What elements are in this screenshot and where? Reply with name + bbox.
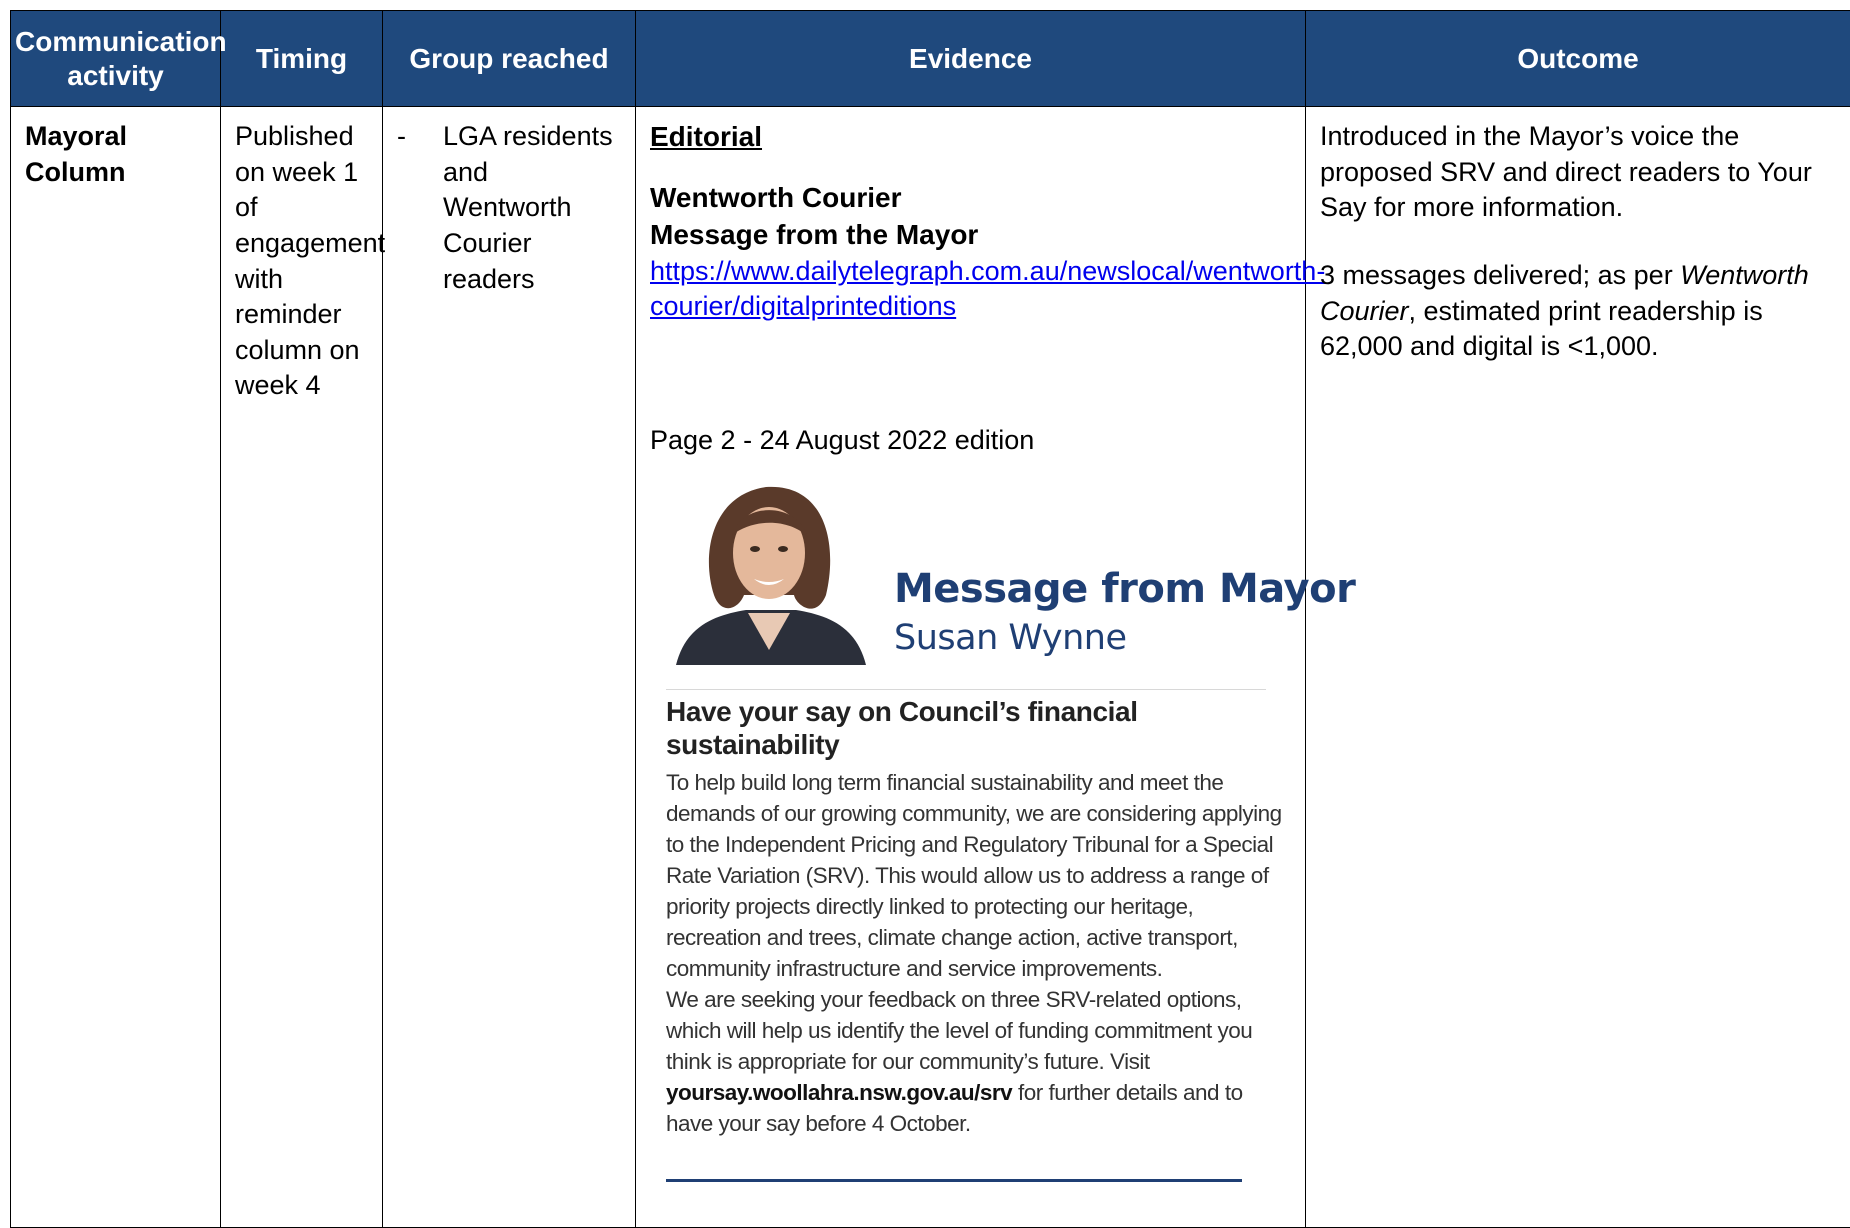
clipping-divider	[666, 689, 1266, 690]
clipping-headline: Have your say on Council’s financial sus…	[666, 695, 1226, 761]
newspaper-clipping: Message from Mayor Susan Wynne Have your…	[650, 467, 1290, 1227]
header-timing: Timing	[221, 11, 383, 107]
header-evidence: Evidence	[636, 11, 1306, 107]
group-cell: - LGA residents and Wentworth Courier re…	[383, 107, 636, 1228]
mayor-photo	[666, 475, 872, 665]
digital-editions-link[interactable]: https://www.dailytelegraph.com.au/newslo…	[650, 254, 1293, 325]
table-row: Mayoral Column Published on week 1 of en…	[11, 107, 1850, 1228]
group-list-item: - LGA residents and Wentworth Courier re…	[397, 119, 623, 297]
bullet-dash: -	[397, 119, 443, 297]
clipping-body: To help build long term financial sustai…	[666, 767, 1286, 1139]
clipping-text: We are seeking your feedback on three SR…	[666, 987, 1252, 1074]
header-outcome: Outcome	[1306, 11, 1850, 107]
activity-cell: Mayoral Column	[11, 107, 221, 1228]
group-text: LGA residents and Wentworth Courier read…	[443, 119, 623, 297]
clipping-paragraph: To help build long term financial sustai…	[666, 767, 1286, 984]
header-group: Group reached	[383, 11, 636, 107]
outcome-text: 3 messages delivered; as per	[1320, 260, 1680, 290]
outcome-paragraph: 3 messages delivered; as per Wentworth C…	[1320, 258, 1838, 365]
header-activity: Communication activity	[11, 11, 221, 107]
evidence-cell: Editorial Wentworth Courier Message from…	[636, 107, 1306, 1228]
outcome-paragraph: Introduced in the Mayor’s voice the prop…	[1320, 119, 1838, 226]
evidence-section-title: Editorial	[650, 119, 1293, 156]
publication-name: Wentworth Courier	[650, 180, 1293, 217]
communication-table: Communication activity Timing Group reac…	[10, 10, 1850, 1228]
timing-cell: Published on week 1 of engagement with r…	[221, 107, 383, 1228]
publication-subtitle: Message from the Mayor	[650, 217, 1293, 254]
clipping-title: Message from Mayor	[894, 563, 1355, 616]
header-row: Communication activity Timing Group reac…	[11, 11, 1850, 107]
page-reference: Page 2 - 24 August 2022 edition	[650, 423, 1293, 459]
outcome-cell: Introduced in the Mayor’s voice the prop…	[1306, 107, 1850, 1228]
clipping-paragraph: We are seeking your feedback on three SR…	[666, 984, 1286, 1139]
clipping-bottom-rule	[666, 1179, 1242, 1182]
clipping-mayor-name: Susan Wynne	[894, 615, 1127, 661]
clipping-url: yoursay.woollahra.nsw.gov.au/srv	[666, 1080, 1012, 1105]
